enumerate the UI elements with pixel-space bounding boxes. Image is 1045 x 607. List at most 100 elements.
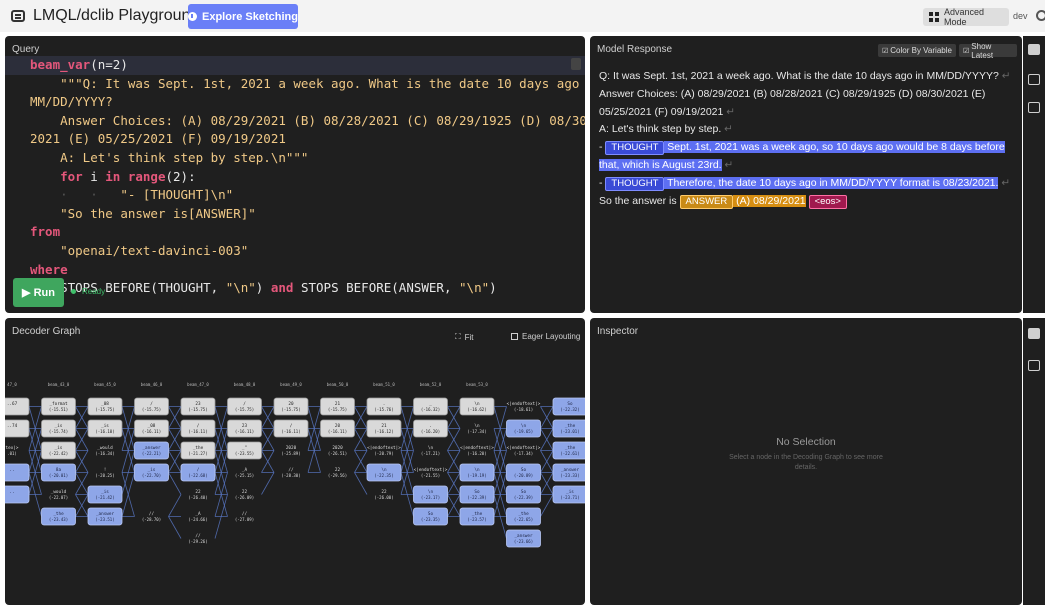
code-line[interactable]: beam_var(n=2) <box>5 56 585 75</box>
graph-node[interactable]: //(-28.70) <box>142 511 161 522</box>
list-icon[interactable] <box>1028 328 1040 339</box>
code-line[interactable]: "openai/text-davinci-003" <box>5 242 585 261</box>
gear-icon[interactable] <box>1036 10 1045 21</box>
graph-node[interactable]: 21(-15.75) <box>320 397 355 416</box>
graph-node[interactable]: _the(-23.43) <box>41 507 76 526</box>
thought-tag[interactable]: THOUGHT <box>605 141 665 156</box>
graph-node[interactable]: .. <box>5 463 30 482</box>
graph-node[interactable]: /(-16.11) <box>273 419 309 438</box>
graph-node[interactable]: _A(-24.66) <box>188 511 207 522</box>
graph-node[interactable]: /(-22.68) <box>180 463 216 482</box>
terminal-icon[interactable] <box>1028 74 1040 85</box>
graph-node[interactable]: \n(-17.34) <box>467 423 486 434</box>
graph-node[interactable]: /(-15.75) <box>134 397 169 416</box>
graph-node[interactable]: 2020(-25.89) <box>281 445 300 456</box>
graph-node[interactable]: So(-22.39) <box>459 485 495 504</box>
answer-line[interactable]: So the answer is ANSWER (A) 08/29/2021 <… <box>599 193 1019 211</box>
graph-node[interactable]: <|endoftext|>(-18.61) <box>507 401 541 412</box>
graph-node[interactable]: _the(-23.57) <box>459 507 495 526</box>
graph-node[interactable]: 22(-29.56) <box>328 467 347 478</box>
check-icon[interactable] <box>1028 360 1040 371</box>
graph-node[interactable]: _is(-16.10) <box>87 419 123 438</box>
graph-node[interactable]: !(-20.25) <box>95 467 114 478</box>
graph-node[interactable]: 22(-26.09) <box>235 489 254 500</box>
graph-node[interactable]: \n(-22.35) <box>366 463 402 482</box>
graph-node[interactable]: _answer(-23.33) <box>552 463 585 482</box>
answer-tag[interactable]: ANSWER <box>679 194 734 209</box>
graph-node[interactable]: _would(-22.07) <box>49 489 68 500</box>
thought-tag[interactable]: THOUGHT <box>605 176 665 191</box>
graph-node[interactable]: _is(-23.71) <box>552 485 585 504</box>
graph-node[interactable]: 20(-16.11) <box>320 419 355 438</box>
graph-node[interactable]: So(-22.32) <box>552 397 585 416</box>
graph-node[interactable]: 8a(-20.01) <box>41 463 76 482</box>
graph-node[interactable]: <|endoftext|>(-17.34) <box>507 445 541 456</box>
graph-node[interactable]: _08(-16.11) <box>134 419 169 438</box>
graph-node[interactable]: _(-16.32) <box>413 397 448 416</box>
code-line[interactable]: MM/DD/YYYY? <box>5 93 585 112</box>
graph-node[interactable]: _"(-23.55) <box>227 441 262 460</box>
graph-node[interactable]: _answer(-23.66) <box>506 529 541 548</box>
graph-node[interactable]: _answer(-22.21) <box>134 441 169 460</box>
code-line[interactable]: 2021 (E) 05/25/2021 (F) 09/19/2021 <box>5 130 585 149</box>
answer-text[interactable]: (A) 08/29/2021 <box>733 194 806 207</box>
code-line[interactable]: where <box>5 261 585 280</box>
graph-node[interactable]: /(-16.11) <box>180 419 216 438</box>
graph-node[interactable]: _format(-15.51) <box>41 397 76 416</box>
thought-1[interactable]: - THOUGHT Sept. 1st, 2021 was a week ago… <box>599 139 1019 175</box>
graph-node[interactable]: ..67 <box>5 397 30 416</box>
graph-node[interactable]: _A(-25.15) <box>235 467 254 478</box>
graph-node[interactable]: 23(-16.11) <box>227 419 262 438</box>
graph-node[interactable]: .(-15.76) <box>366 397 402 416</box>
editor-scrollbar[interactable] <box>571 58 581 70</box>
graph-node[interactable]: So(-22.39) <box>506 485 541 504</box>
run-button[interactable]: ▶ Run <box>13 278 64 307</box>
graph-node[interactable]: _08(-15.75) <box>87 397 123 416</box>
code-line[interactable]: for i in range(2): <box>5 168 585 187</box>
code-icon[interactable] <box>1028 102 1040 113</box>
graph-node[interactable]: //(-29.26) <box>188 533 207 544</box>
graph-node[interactable]: //(-28.30) <box>281 467 300 478</box>
code-line[interactable]: Answer Choices: (A) 08/29/2021 (B) 08/28… <box>5 112 585 131</box>
graph-node[interactable]: <|endoftext|>(-20.79) <box>367 445 401 456</box>
graph-node[interactable]: 22(-26.00) <box>374 489 393 500</box>
graph-node[interactable]: \n(-19.19) <box>459 463 495 482</box>
chat-icon[interactable] <box>1028 44 1040 55</box>
thought-2-text[interactable]: Therefore, the date 10 days ago in MM/DD… <box>664 176 999 189</box>
show-latest-toggle[interactable]: ☑ Show Latest <box>959 42 1017 60</box>
graph-node[interactable]: 20(-15.75) <box>273 397 309 416</box>
graph-node[interactable]: _is(-22.70) <box>134 463 169 482</box>
graph-node[interactable]: 22(-26.40) <box>188 489 207 500</box>
code-line[interactable]: """Q: It was Sept. 1st, 2021 a week ago.… <box>5 75 585 94</box>
graph-node[interactable]: So(-20.89) <box>506 463 541 482</box>
graph-node[interactable]: tex|>.01) <box>6 445 19 456</box>
color-by-variable-toggle[interactable]: ☑ Color By Variable <box>878 44 956 57</box>
graph-node[interactable]: _the(-22.61) <box>552 441 585 460</box>
graph-node[interactable]: <|endoftext|>(-16.20) <box>460 445 494 456</box>
graph-node[interactable]: _is(-15.74) <box>41 419 76 438</box>
graph-node[interactable]: _the(-21.27) <box>180 441 216 460</box>
graph-node[interactable]: 23(-15.75) <box>180 397 216 416</box>
graph-node[interactable]: _the(-22.65) <box>506 507 541 526</box>
advanced-mode-button[interactable]: Advanced Mode <box>923 7 1009 27</box>
graph-node[interactable]: .(-16.20) <box>413 419 448 438</box>
graph-node[interactable]: .. <box>5 485 30 504</box>
graph-node[interactable]: So(-23.35) <box>413 507 448 526</box>
explore-sketching-button[interactable]: Explore Sketching <box>188 4 298 29</box>
graph-node[interactable]: 21(-16.12) <box>366 419 402 438</box>
graph-node[interactable]: /(-15.75) <box>227 397 262 416</box>
graph-node[interactable]: \n(-17.21) <box>421 445 440 456</box>
code-line[interactable]: · · "- [THOUGHT]\n" <box>5 186 585 205</box>
graph-node[interactable]: 2020(-26.51) <box>328 445 347 456</box>
graph-node[interactable]: ..74 <box>5 419 30 438</box>
eos-tag[interactable]: <eos> <box>808 194 847 209</box>
graph-node[interactable]: \n(-19.65) <box>506 419 541 438</box>
query-editor[interactable]: beam_var(n=2) """Q: It was Sept. 1st, 20… <box>5 56 585 298</box>
graph-node[interactable]: _is(-22.42) <box>41 441 76 460</box>
graph-node[interactable]: _answer(-23.51) <box>87 507 123 526</box>
thought-2[interactable]: - THOUGHT Therefore, the date 10 days ag… <box>599 175 1019 193</box>
graph-node[interactable]: <|endoftext|>(-21.55) <box>414 467 448 478</box>
graph-node[interactable]: \n(-16.62) <box>459 397 495 416</box>
graph-node[interactable]: //(-27.89) <box>235 511 254 522</box>
code-line[interactable]: from <box>5 223 585 242</box>
